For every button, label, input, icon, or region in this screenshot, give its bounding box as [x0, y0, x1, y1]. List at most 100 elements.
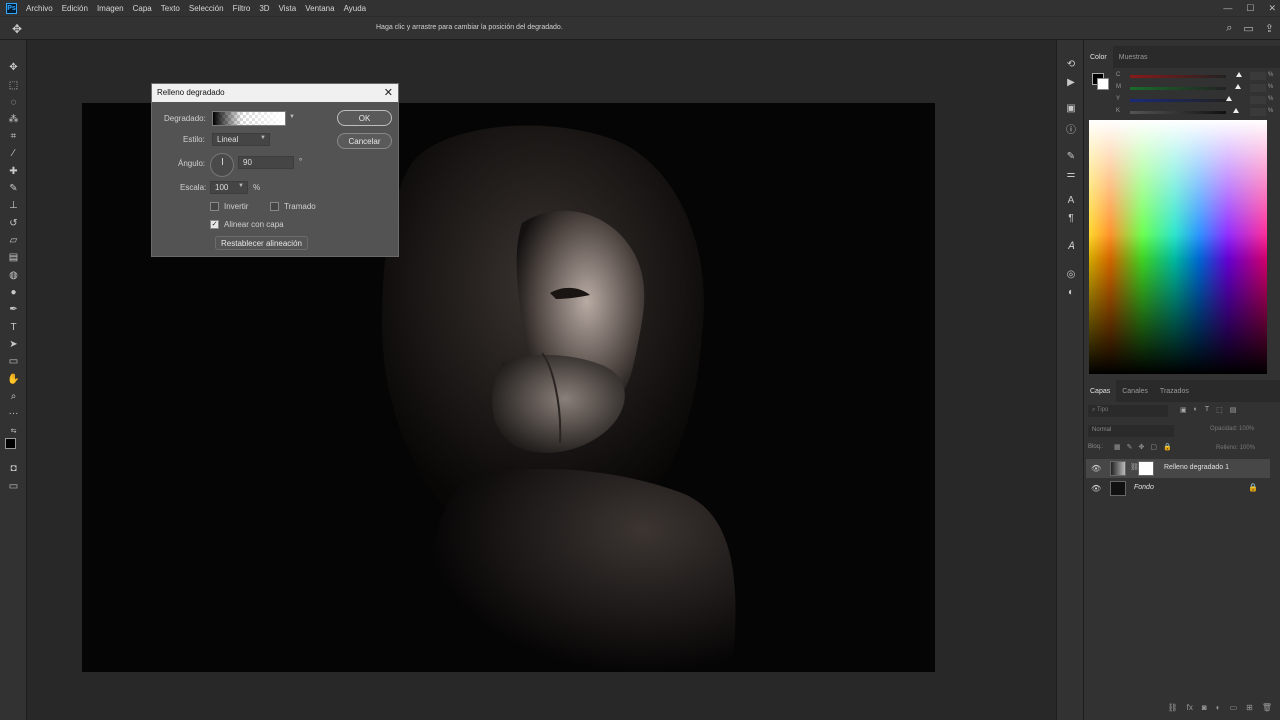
blur-tool-icon[interactable]: ◍	[6, 268, 21, 282]
tab-channels[interactable]: Canales	[1116, 380, 1154, 402]
type-filter-icon[interactable]: T	[1205, 406, 1209, 414]
libraries-panel-icon[interactable]: ▣	[1064, 102, 1078, 114]
glyphs-panel-icon[interactable]: 𝐴	[1064, 240, 1078, 252]
add-mask-icon[interactable]: ◙	[1202, 703, 1207, 712]
menu-seleccion[interactable]: Selección	[189, 4, 224, 13]
menu-imagen[interactable]: Imagen	[97, 4, 124, 13]
history-panel-icon[interactable]: ⟲	[1064, 58, 1078, 70]
background-color-swatch[interactable]	[1097, 78, 1109, 90]
angle-input[interactable]: 90	[238, 156, 294, 169]
gradient-picker[interactable]	[212, 111, 286, 126]
yellow-slider[interactable]: Y %	[1116, 96, 1276, 106]
black-thumb[interactable]	[1233, 108, 1239, 113]
move-tool-icon[interactable]: ✥	[12, 22, 22, 36]
menu-3d[interactable]: 3D	[259, 4, 269, 13]
minimize-button[interactable]: —	[1223, 3, 1232, 13]
magenta-thumb[interactable]	[1235, 84, 1241, 89]
gradient-tool-icon[interactable]: ▤	[6, 250, 21, 264]
black-value-field[interactable]	[1250, 108, 1266, 116]
lock-artboard-icon[interactable]: ▢	[1150, 443, 1157, 451]
foreground-color-swatch[interactable]	[5, 438, 16, 449]
character-panel-icon[interactable]: A	[1064, 194, 1078, 206]
cyan-thumb[interactable]	[1236, 72, 1242, 77]
dither-checkbox[interactable]	[270, 202, 279, 211]
tab-layers[interactable]: Capas	[1084, 380, 1117, 402]
eyedropper-tool-icon[interactable]: ∕	[6, 146, 21, 160]
zoom-tool-icon[interactable]: ⌕	[6, 389, 21, 403]
maximize-button[interactable]: ☐	[1246, 3, 1254, 14]
eraser-tool-icon[interactable]: ▱	[6, 233, 21, 247]
brush-tool-icon[interactable]: ✎	[6, 181, 21, 195]
swap-colors-icon[interactable]: ⇆	[6, 424, 21, 438]
healing-brush-tool-icon[interactable]: ✚	[6, 164, 21, 178]
reset-alignment-button[interactable]: Restablecer alineación	[215, 236, 308, 250]
marquee-tool-icon[interactable]: ⬚	[6, 78, 21, 92]
adjustment-layer-icon[interactable]: ◐	[1216, 703, 1221, 712]
ok-button[interactable]: OK	[337, 110, 392, 126]
blend-mode-select[interactable]: Normal	[1088, 425, 1174, 437]
crop-tool-icon[interactable]: ⌗	[6, 129, 21, 143]
paragraph-panel-icon[interactable]: ¶	[1064, 212, 1078, 224]
menu-archivo[interactable]: Archivo	[26, 4, 53, 13]
magenta-slider[interactable]: M %	[1116, 84, 1276, 94]
align-checkbox[interactable]: ✓	[210, 220, 219, 229]
chevron-down-icon[interactable]: ▼	[289, 114, 295, 120]
rectangle-tool-icon[interactable]: ▭	[6, 354, 21, 368]
cyan-value-field[interactable]	[1250, 72, 1266, 80]
tab-paths[interactable]: Trazados	[1154, 380, 1195, 402]
hand-tool-icon[interactable]: ✋	[6, 372, 21, 386]
layer-row[interactable]: 👁 ⛓ Relleno degradado 1	[1086, 459, 1270, 478]
search-icon[interactable]: ⌕	[1226, 22, 1232, 35]
trash-icon[interactable]: 🗑	[1262, 703, 1272, 712]
visibility-eye-icon[interactable]: 👁	[1091, 484, 1101, 493]
channels-panel-icon[interactable]: ◎	[1064, 268, 1078, 280]
layer-mask-thumbnail[interactable]	[1138, 461, 1154, 476]
smart-object-filter-icon[interactable]: ▤	[1230, 406, 1237, 414]
actions-panel-icon[interactable]: ▶	[1064, 76, 1078, 88]
visibility-eye-icon[interactable]: 👁	[1091, 464, 1101, 473]
styles-panel-icon[interactable]: ◐	[1064, 286, 1078, 298]
lock-transparent-icon[interactable]: ▦	[1114, 443, 1121, 451]
opacity-field[interactable]: Opacidad: 100%	[1210, 426, 1254, 432]
menu-capa[interactable]: Capa	[133, 4, 152, 13]
color-spectrum-picker[interactable]	[1089, 120, 1267, 374]
new-group-icon[interactable]: ▭	[1230, 703, 1238, 712]
scale-input[interactable]: 100 ▼	[210, 181, 248, 194]
shape-filter-icon[interactable]: ⬚	[1216, 406, 1223, 414]
yellow-thumb[interactable]	[1226, 96, 1232, 101]
menu-texto[interactable]: Texto	[161, 4, 180, 13]
lock-position-icon[interactable]: ✥	[1139, 443, 1145, 451]
link-layers-icon[interactable]: ⛓	[1168, 703, 1178, 712]
adjustments-panel-icon[interactable]: ⚌	[1064, 168, 1078, 180]
type-tool-icon[interactable]: T	[6, 320, 21, 334]
menu-vista[interactable]: Vista	[279, 4, 297, 13]
lasso-tool-icon[interactable]: ◌	[6, 95, 21, 109]
menu-edicion[interactable]: Edición	[62, 4, 88, 13]
more-tools-icon[interactable]: ···	[6, 406, 21, 420]
layer-filter-input[interactable]: ⌕ Tipo	[1088, 405, 1168, 417]
black-slider[interactable]: K %	[1116, 108, 1276, 118]
angle-dial[interactable]	[210, 153, 234, 177]
layer-row[interactable]: 👁 Fondo 🔒	[1086, 479, 1270, 498]
cancel-button[interactable]: Cancelar	[337, 133, 392, 149]
cyan-slider[interactable]: C %	[1116, 72, 1276, 82]
share-icon[interactable]: ⇪	[1265, 22, 1274, 35]
style-select[interactable]: Lineal ▼	[212, 133, 270, 146]
fill-field[interactable]: Relleno: 100%	[1216, 445, 1255, 451]
menu-ventana[interactable]: Ventana	[305, 4, 334, 13]
workspace-icon[interactable]: ▭	[1243, 22, 1253, 35]
dialog-title-bar[interactable]: Relleno degradado ✕	[152, 84, 398, 102]
lock-pixels-icon[interactable]: ✎	[1127, 443, 1133, 451]
pen-tool-icon[interactable]: ✒	[6, 302, 21, 316]
path-selection-tool-icon[interactable]: ➤	[6, 337, 21, 351]
screen-mode-icon[interactable]: ▭	[6, 479, 21, 493]
menu-ayuda[interactable]: Ayuda	[344, 4, 367, 13]
brush-settings-icon[interactable]: ✎	[1064, 150, 1078, 162]
menu-filtro[interactable]: Filtro	[233, 4, 251, 13]
invert-checkbox[interactable]	[210, 202, 219, 211]
tab-swatches[interactable]: Muestras	[1113, 46, 1154, 68]
tab-color[interactable]: Color	[1084, 46, 1113, 68]
info-panel-icon[interactable]: ⓘ	[1064, 122, 1078, 136]
close-window-button[interactable]: ✕	[1268, 3, 1276, 14]
layer-style-icon[interactable]: fx	[1187, 703, 1193, 712]
